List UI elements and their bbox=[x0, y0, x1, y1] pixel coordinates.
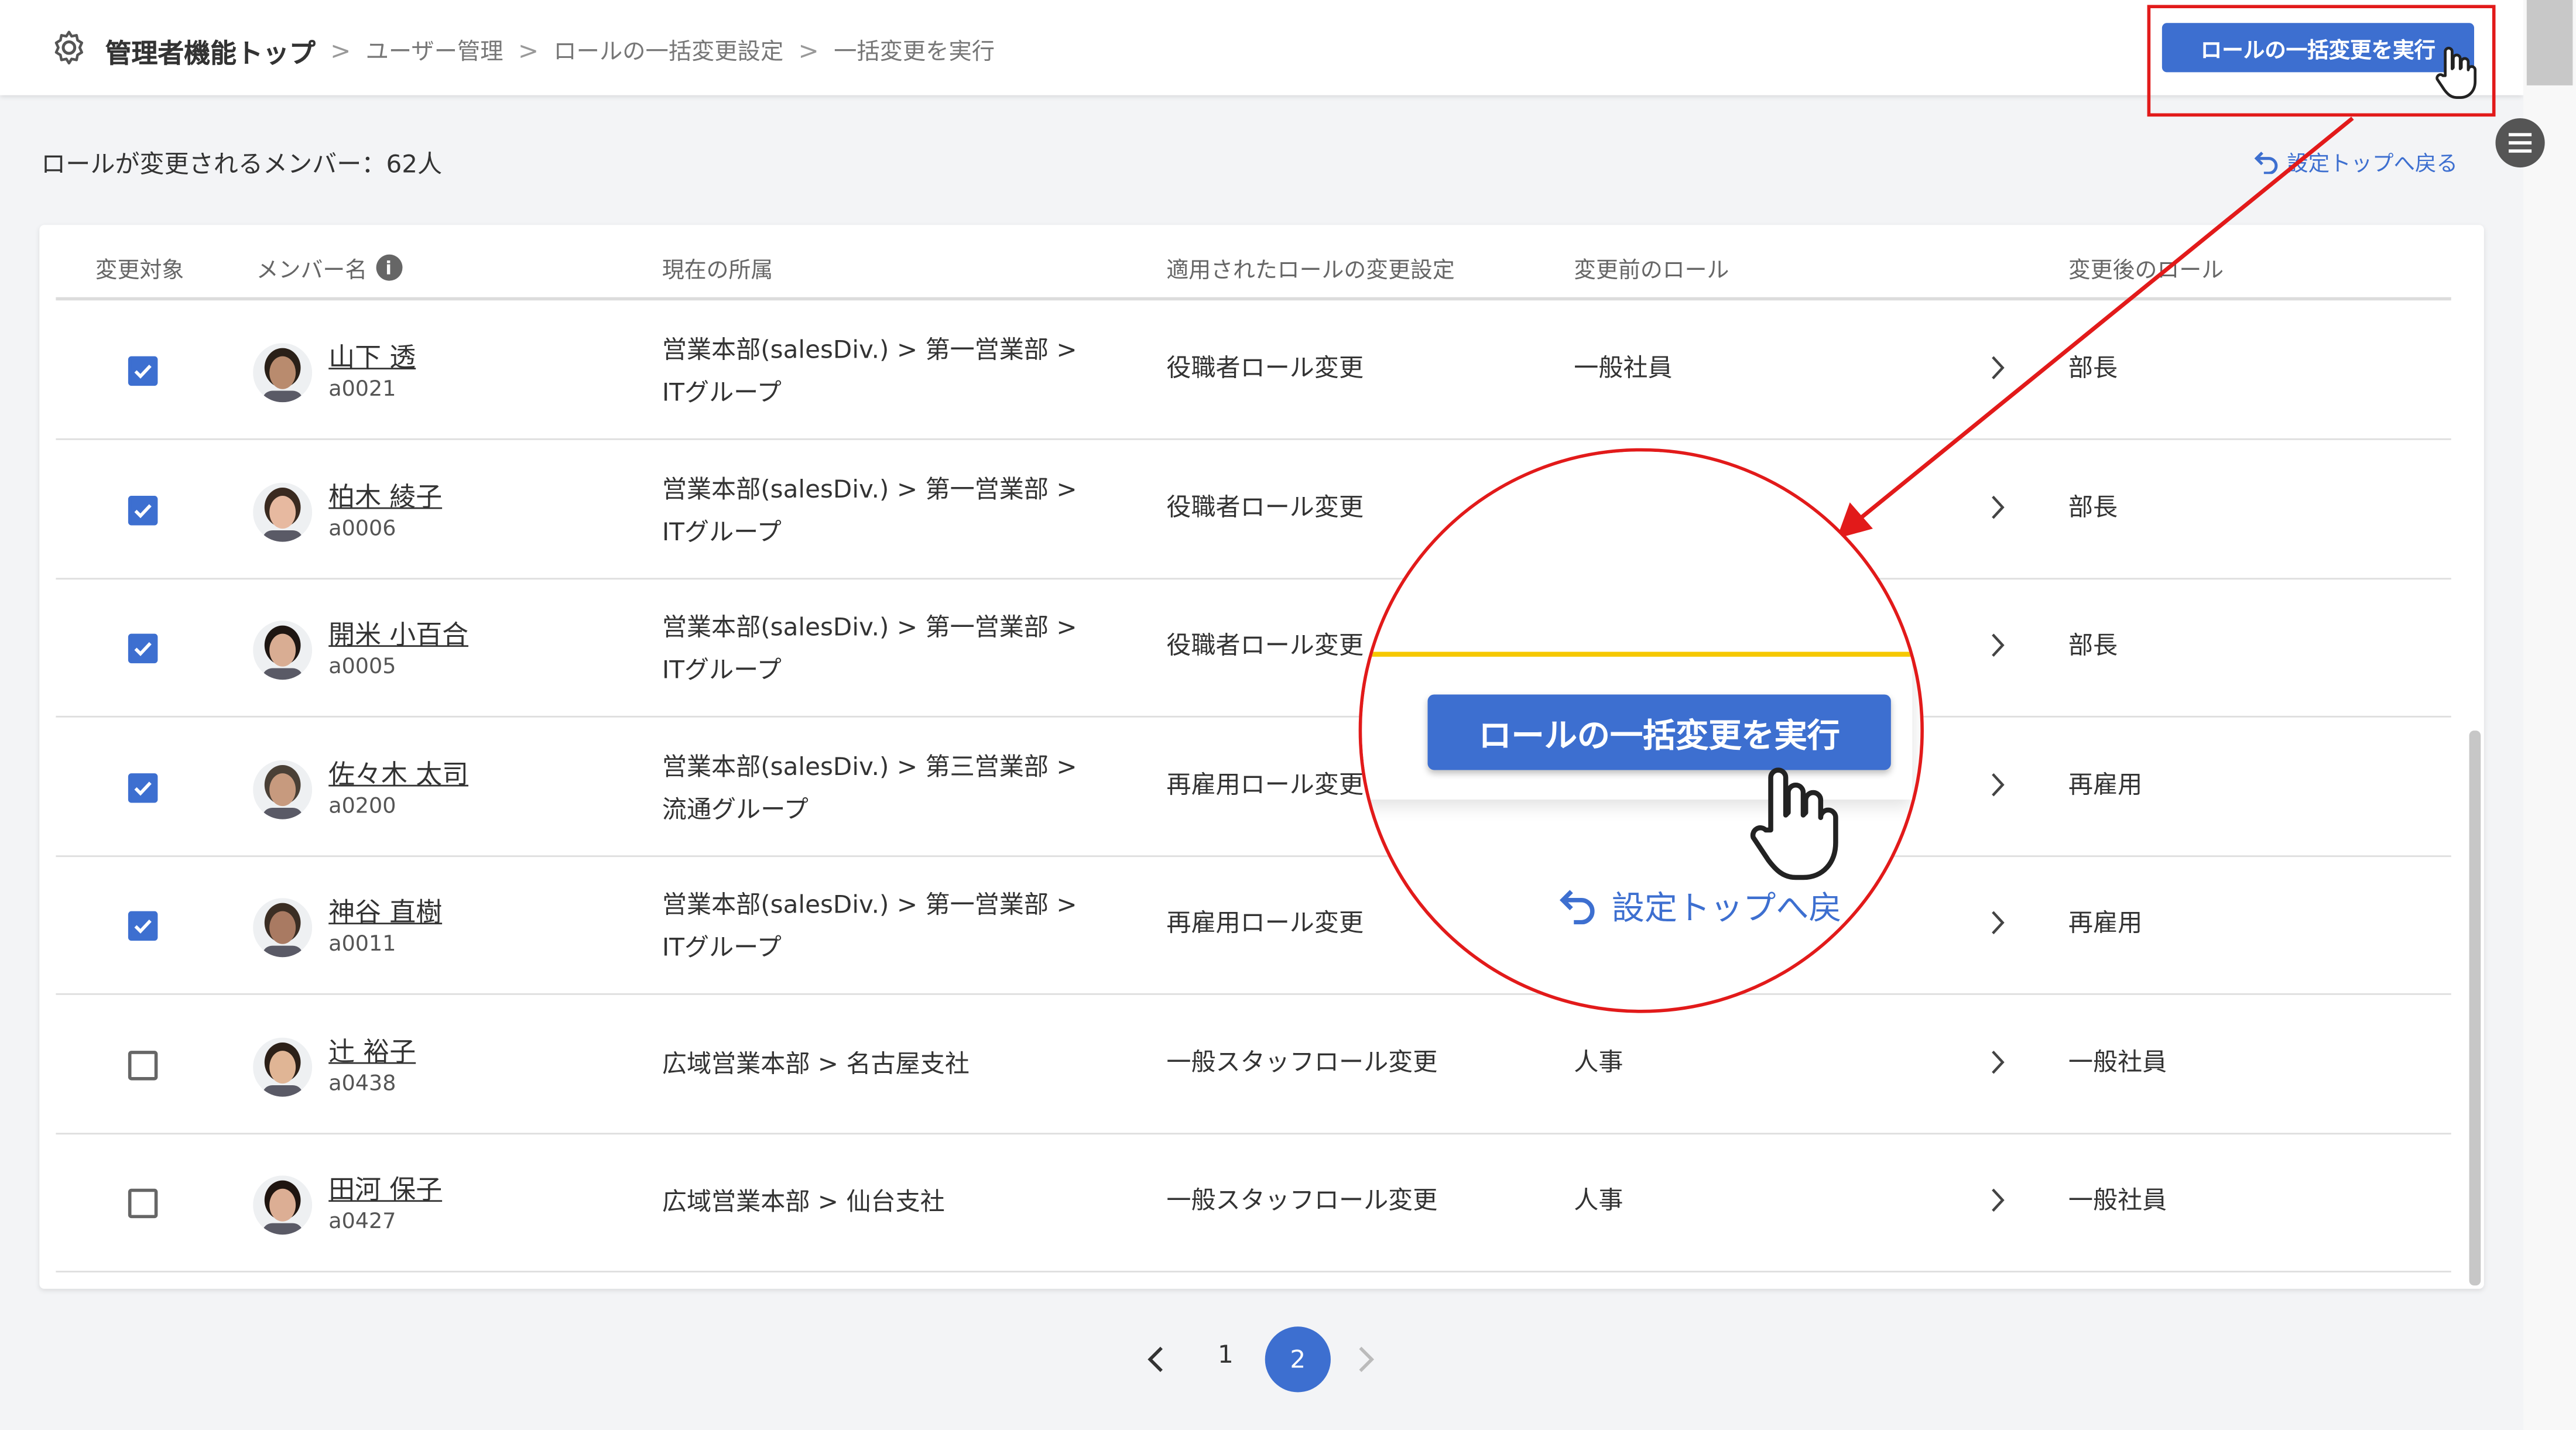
magnified-back-link-label: 設定トップへ戻 bbox=[1611, 888, 1842, 928]
magnified-execute-button: ロールの一括変更を実行 bbox=[1427, 694, 1891, 770]
callout-arrow bbox=[1837, 116, 2354, 539]
magnifier-callout: ロールの一括変更を実行 設定トップへ戻 bbox=[1358, 448, 1924, 1013]
magnified-back-link: 設定トップへ戻 bbox=[1559, 882, 1842, 929]
magnifier-yellow-line bbox=[1362, 651, 1913, 657]
hand-pointer-icon bbox=[1750, 767, 1838, 880]
undo-icon bbox=[1559, 889, 1595, 924]
